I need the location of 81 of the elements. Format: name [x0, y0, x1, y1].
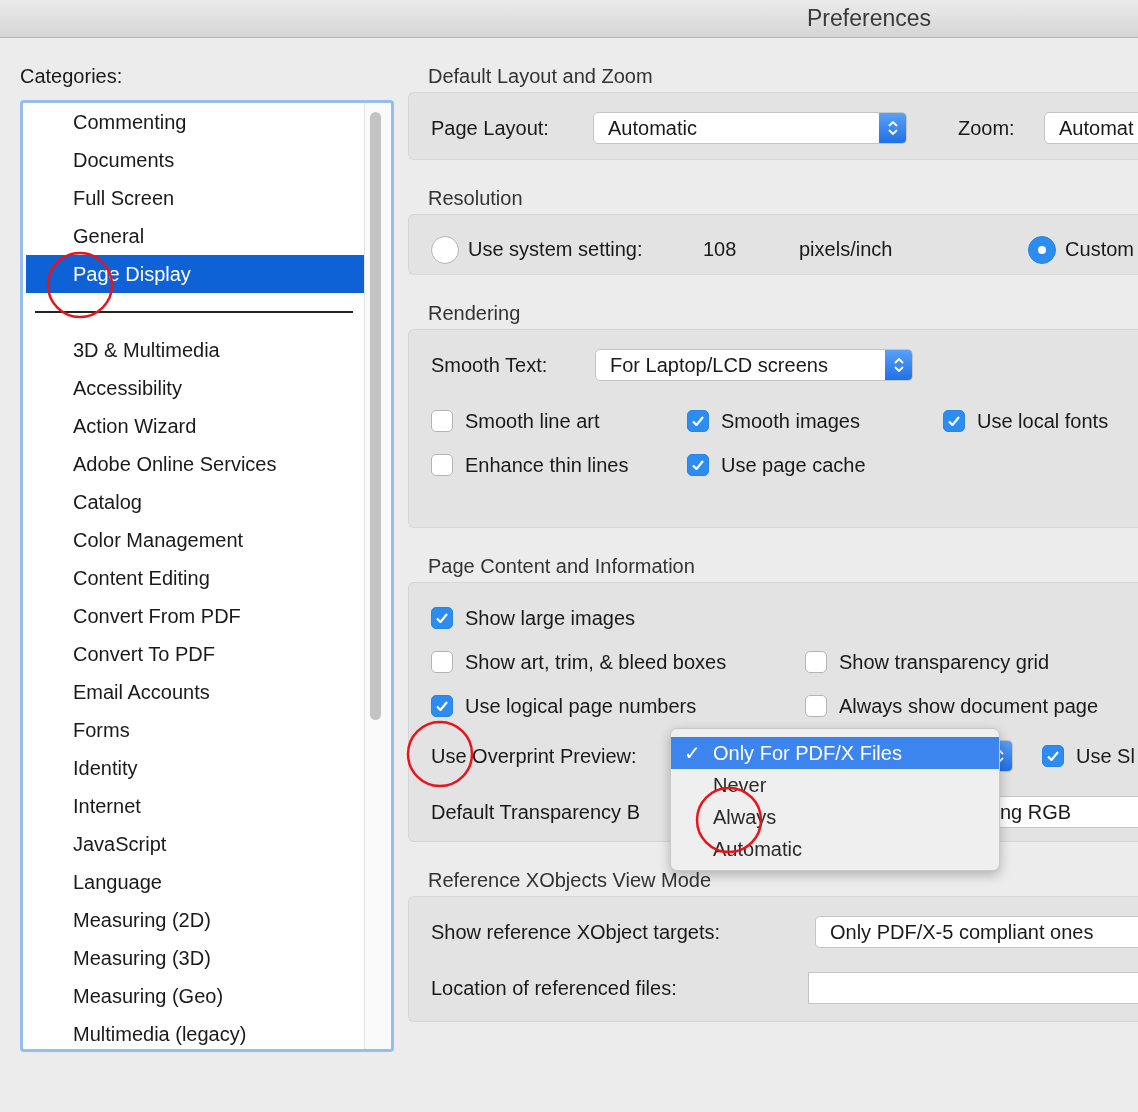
up-down-arrows-icon: [888, 121, 898, 135]
category-item[interactable]: JavaScript: [26, 825, 364, 863]
up-down-arrows-icon: [894, 358, 904, 372]
section-heading: Default Layout and Zoom: [427, 64, 654, 89]
menu-item[interactable]: ✓ Only For PDF/X Files: [671, 737, 999, 769]
checkbox[interactable]: [431, 607, 453, 629]
category-item[interactable]: Accessibility: [26, 369, 364, 407]
checkbox[interactable]: [1042, 745, 1064, 767]
checkbox[interactable]: [805, 651, 827, 673]
category-item[interactable]: Identity: [26, 749, 364, 787]
checkbox-label: Use local fonts: [977, 409, 1109, 433]
category-item[interactable]: 3D & Multimedia: [26, 331, 364, 369]
radio-label: Use system setting:: [468, 238, 644, 261]
checkbox-label: Smooth line art: [465, 409, 600, 433]
checkbox-label: Show art, trim, & bleed boxes: [465, 650, 727, 674]
field-label: Smooth Text:: [431, 353, 549, 377]
checkbox-label: Show transparency grid: [839, 650, 1050, 674]
dropdown[interactable]: Automatic: [593, 112, 907, 144]
checkmark-icon: [436, 701, 448, 711]
radio-button[interactable]: [1028, 235, 1057, 264]
category-item[interactable]: Internet: [26, 787, 364, 825]
section-heading: Page Content and Information: [427, 554, 696, 579]
category-item[interactable]: Documents: [26, 141, 364, 179]
checkbox-label: Show large images: [465, 606, 636, 630]
checkmark-icon: [692, 460, 704, 470]
checkbox[interactable]: [431, 695, 453, 717]
input-field[interactable]: [808, 972, 1138, 1004]
category-item[interactable]: Commenting: [26, 103, 364, 141]
dropdown[interactable]: For Laptop/LCD screens: [595, 349, 913, 381]
category-item[interactable]: Multimedia (legacy): [26, 1015, 364, 1049]
checkbox[interactable]: [431, 651, 453, 673]
category-item[interactable]: Measuring (Geo): [26, 977, 364, 1015]
checkmark-icon: [948, 416, 960, 426]
dropdown[interactable]: Automat: [1044, 112, 1138, 144]
scrollbar-thumb[interactable]: [370, 112, 381, 720]
checkbox[interactable]: [431, 410, 453, 432]
checkmark-icon: [692, 416, 704, 426]
field-label: Page Layout:: [431, 116, 550, 140]
category-item[interactable]: Measuring (2D): [26, 901, 364, 939]
checkmark-icon: [1047, 751, 1059, 761]
section-heading: Rendering: [427, 301, 522, 326]
checkbox[interactable]: [431, 454, 453, 476]
checkbox-label: Enhance thin lines: [465, 453, 629, 477]
category-item[interactable]: Action Wizard: [26, 407, 364, 445]
category-item[interactable]: Full Screen: [26, 179, 364, 217]
category-item[interactable]: Convert From PDF: [26, 597, 364, 635]
section-heading: Resolution: [427, 186, 524, 211]
category-item[interactable]: Adobe Online Services: [26, 445, 364, 483]
field-label: Use Overprint Preview:: [431, 744, 638, 768]
category-item[interactable]: Color Management: [26, 521, 364, 559]
annotation-circle: [406, 720, 474, 788]
radio-label: Custom: [1065, 238, 1134, 261]
field-label: Location of referenced files:: [431, 976, 678, 1000]
field-label: Show reference XObject targets:: [431, 920, 722, 944]
category-item[interactable]: Measuring (3D): [26, 939, 364, 977]
checkbox[interactable]: [805, 695, 827, 717]
category-item[interactable]: Catalog: [26, 483, 364, 521]
category-item[interactable]: Email Accounts: [26, 673, 364, 711]
radio-button[interactable]: [431, 235, 459, 264]
field-label: Zoom:: [958, 116, 1016, 140]
category-item[interactable]: Forms: [26, 711, 364, 749]
checkbox-label: Use Sl: [1076, 744, 1135, 768]
category-item[interactable]: Language: [26, 863, 364, 901]
unit-label: pixels/inch: [799, 238, 893, 261]
checkbox-label: Always show document page: [839, 694, 1099, 718]
field-label: Default Transparency B: [431, 800, 641, 824]
section-heading: Reference XObjects View Mode: [427, 868, 713, 893]
checkmark-icon: [436, 613, 448, 623]
category-item[interactable]: Convert To PDF: [26, 635, 364, 673]
checkbox[interactable]: [687, 454, 709, 476]
checkbox[interactable]: [687, 410, 709, 432]
categories-label: Categories:: [20, 64, 124, 88]
window-title: Preferences: [807, 5, 931, 32]
checkbox-label: Use logical page numbers: [465, 694, 697, 718]
resolution-value: 108: [703, 238, 738, 261]
checkbox-label: Use page cache: [721, 453, 866, 477]
category-item[interactable]: Content Editing: [26, 559, 364, 597]
checkbox[interactable]: [943, 410, 965, 432]
checkbox-label: Smooth images: [721, 409, 860, 433]
dropdown[interactable]: Only PDF/X-5 compliant ones: [815, 916, 1138, 948]
category-item[interactable]: General: [26, 217, 364, 255]
